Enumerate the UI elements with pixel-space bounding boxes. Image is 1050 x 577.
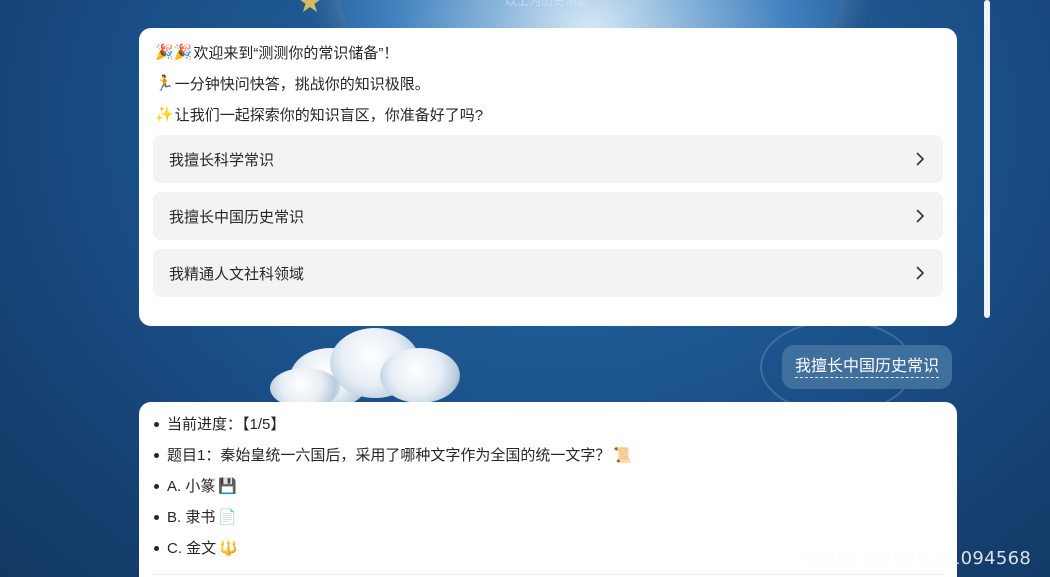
option-humanities[interactable]: 我精通人文社科领域	[153, 249, 943, 297]
trident-icon: 🔱	[219, 539, 238, 557]
background-cloud	[270, 318, 480, 408]
chevron-right-icon	[913, 209, 927, 223]
welcome-line: ✨ 让我们一起探索你的知识盲区，你准备好了吗?	[153, 104, 943, 124]
option-label: 我擅长中国历史常识	[169, 208, 305, 226]
welcome-text: 一分钟快问快答，挑战你的知识极限。	[174, 75, 430, 93]
option-list: 我擅长科学常识 我擅长中国历史常识 我精通人文社科领域	[153, 135, 943, 297]
page-icon: 📄	[218, 508, 238, 526]
option-science[interactable]: 我擅长科学常识	[153, 135, 943, 183]
runner-icon: 🏃	[155, 74, 174, 92]
chevron-right-icon	[913, 152, 927, 166]
option-label: 我精通人文社科领域	[169, 265, 305, 283]
history-caption: 以上为历史消息	[505, 0, 590, 8]
scrollbar[interactable]	[984, 0, 990, 318]
scroll-icon: 📜	[613, 446, 633, 464]
question-title-item: 题目1：秦始皇统一六国后，采用了哪种文字作为全国的统一文字？ 📜	[153, 445, 943, 466]
question-list: 当前进度：【1/5】 题目1：秦始皇统一六国后，采用了哪种文字作为全国的统一文字…	[153, 414, 943, 559]
watermark: CSDN @2501_91094568	[804, 548, 1032, 569]
progress-item: 当前进度：【1/5】	[153, 414, 943, 435]
welcome-line: 🏃 一分钟快问快答，挑战你的知识极限。	[153, 73, 943, 93]
floppy-disk-icon: 💾	[218, 477, 238, 495]
star-icon: ★	[296, 0, 324, 19]
welcome-line: 🎉🎉 欢迎来到“测测你的常识储备”！	[153, 42, 943, 62]
party-popper-icon: 🎉🎉	[155, 43, 193, 61]
progress-text: 当前进度：【1/5】	[167, 416, 286, 433]
choice-item: A. 小篆 💾	[153, 476, 943, 497]
user-message-bubble: 我擅长中国历史常识	[782, 345, 953, 389]
divider	[153, 574, 943, 575]
chevron-right-icon	[913, 266, 927, 280]
welcome-card: 🎉🎉 欢迎来到“测测你的常识储备”！ 🏃 一分钟快问快答，挑战你的知识极限。 ✨…	[139, 28, 957, 326]
user-message-text: 我擅长中国历史常识	[795, 357, 940, 378]
option-chinese-history[interactable]: 我擅长中国历史常识	[153, 192, 943, 240]
welcome-text: 让我们一起探索你的知识盲区，你准备好了吗?	[174, 106, 484, 124]
welcome-text: 欢迎来到“测测你的常识储备”！	[193, 44, 399, 62]
choice-text: A. 小篆	[167, 478, 216, 495]
choice-item: B. 隶书 📄	[153, 507, 943, 528]
question-title: 题目1：秦始皇统一六国后，采用了哪种文字作为全国的统一文字？	[167, 447, 611, 464]
option-label: 我擅长科学常识	[169, 151, 275, 169]
choice-text: B. 隶书	[167, 509, 216, 526]
sparkles-icon: ✨	[155, 105, 174, 123]
choice-text: C. 金文	[167, 540, 217, 557]
